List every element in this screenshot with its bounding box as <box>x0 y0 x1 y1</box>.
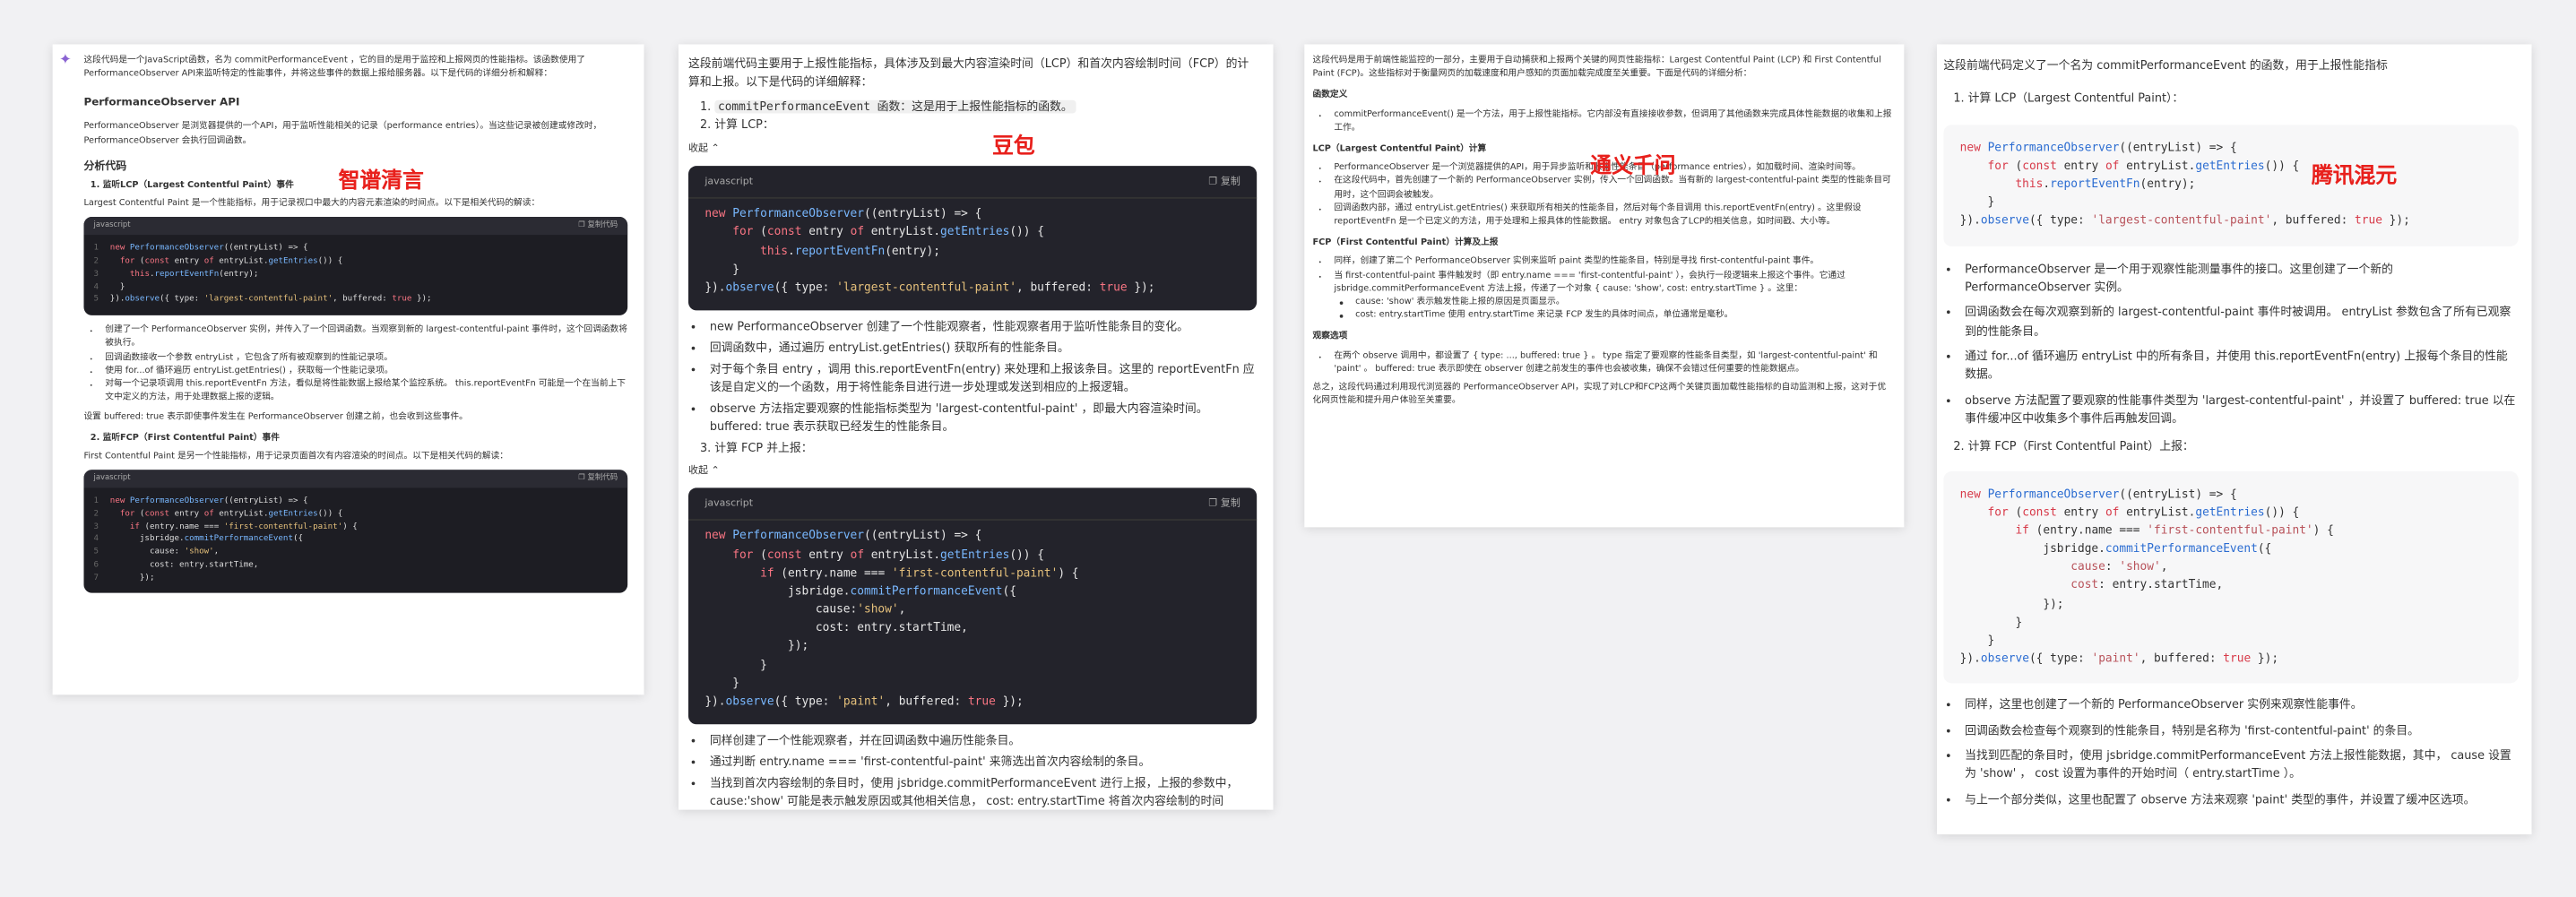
doubao-code2-body: new PerformanceObserver((entryList) => {… <box>705 529 1079 709</box>
tongyi-heading-def: 函数定义 <box>1312 91 1348 101</box>
list-item: 通过判断 entry.name === 'first-contentful-pa… <box>710 755 1257 772</box>
tongyi-fcp-sublist: cause: 'show' 表示触发性能上报的原因是页面显示。 cost: en… <box>1334 296 1892 323</box>
list-item: 当 first-contentful-paint 事件触发时（即 entry.n… <box>1334 269 1892 323</box>
tongyi-heading-fcp: FCP（First Contentful Paint）计算及上报 <box>1312 238 1499 249</box>
zhipu-code2-body: 1 new PerformanceObserver((entryList) => … <box>93 496 358 583</box>
label-hunyuan: 腾讯混元 <box>2311 164 2398 189</box>
list-item: 当找到首次内容绘制的条目时，使用 jsbridge.commitPerforma… <box>710 776 1257 810</box>
copy-code-button[interactable]: ❐ 复制代码 <box>578 473 618 485</box>
list-item: observe 方法配置了要观察的性能事件类型为 'largest-conten… <box>1965 392 2519 429</box>
doubao-bullets-1: new PerformanceObserver 创建了一个性能观察者，性能观察者… <box>688 319 1257 437</box>
label-doubao: 豆包 <box>992 134 1035 160</box>
doubao-response-panel: 这段前端代码主要用于上报性能指标，具体涉及到最大内容渲染时间（LCP）和首次内容… <box>678 44 1274 810</box>
list-item: 创建了一个 PerformanceObserver 实例，并传入了一个回调函数。… <box>105 323 627 350</box>
tongyi-obs-list: 在两个 observe 调用中，都设置了 { type: ..., buffer… <box>1312 349 1892 376</box>
doubao-list-item3: 计算 FCP 并上报： <box>688 441 1257 459</box>
code-lang-label: javascript <box>93 222 131 231</box>
label-tongyi: 通义千问 <box>1590 154 1676 179</box>
tongyi-summary: 总之，这段代码通过利用现代浏览器的 PerformanceObserver AP… <box>1312 383 1887 407</box>
list-item: 同样，创建了第二个 PerformanceObserver 实例来监听 pain… <box>1334 255 1892 269</box>
doubao-code1-body: new PerformanceObserver((entryList) => {… <box>705 207 1155 294</box>
zhipu-heading-api: PerformanceObserver API <box>83 96 240 109</box>
list-item: observe 方法指定要观察的性能指标类型为 'largest-content… <box>710 401 1257 437</box>
zhipu-api-desc: PerformanceObserver 是浏览器提供的一个API，用于监听性能相… <box>83 122 602 146</box>
list-item: 回调函数接收一个参数 entryList ，它包含了所有被观察到的性能记录项。 <box>105 351 627 365</box>
list-item: 回调函数中，通过遍历 entryList.getEntries() 获取所有的性… <box>710 341 1257 358</box>
tongyi-fcp-list: 同样，创建了第二个 PerformanceObserver 实例来监听 pain… <box>1312 255 1892 323</box>
copy-code-button[interactable]: ❐ 复制代码 <box>578 220 618 232</box>
doubao-code-block-lcp: javascript ❐ 复制 new PerformanceObserver((… <box>687 165 1258 311</box>
hunyuan-intro: 这段前端代码定义了一个名为 commitPerformanceEvent 的函数… <box>1943 58 2388 73</box>
list-item: PerformanceObserver 是一个用于观察性能测量事件的接口。这里创… <box>1965 261 2519 298</box>
list-item: 计算 LCP： <box>714 116 1257 134</box>
doubao-bullets-2: 同样创建了一个性能观察者，并在回调函数中遍历性能条目。 通过判断 entry.n… <box>688 733 1257 810</box>
list-item: 回调函数会检查每个观察到的性能条目，特别是名称为 'first-contentf… <box>1965 722 2519 741</box>
hunyuan-bullets-1: PerformanceObserver 是一个用于观察性能测量事件的接口。这里创… <box>1943 261 2519 429</box>
chevron-up-icon: ⌃ <box>711 465 720 478</box>
copy-icon: ❐ <box>578 474 585 483</box>
copy-icon: ❐ <box>578 222 585 231</box>
star-sparkle-icon: ✦ <box>58 52 72 69</box>
tongyi-intro: 这段代码是用于前端性能监控的一部分，主要用于自动捕获和上报两个关键的网页性能指标… <box>1312 56 1881 80</box>
hunyuan-code2-body: new PerformanceObserver((entryList) => {… <box>1959 487 2334 666</box>
tongyi-response-panel: 这段代码是用于前端性能监控的一部分，主要用于自动捕获和上报两个关键的网页性能指标… <box>1304 44 1905 528</box>
zhipu-section2-title: 2. 监听FCP（First Contentful Paint）事件 <box>90 433 280 444</box>
list-item: 对每一个记录项调用 this.reportEventFn 方法，看似是将性能数据… <box>105 378 627 405</box>
copy-icon: ❐ <box>1208 175 1218 187</box>
list-item: 同样，这里也创建了一个新的 PerformanceObserver 实例来观察性… <box>1965 697 2519 716</box>
zhipu-intro: 这段代码是一个JavaScript函数，名为 commitPerformance… <box>83 56 585 80</box>
list-item: cost: entry.startTime 使用 entry.startTime… <box>1355 309 1892 323</box>
list-item: 与上一个部分类似，这里也配置了 observe 方法来观察 'paint' 类型… <box>1965 791 2519 810</box>
hunyuan-bullets-2: 同样，这里也创建了一个新的 PerformanceObserver 实例来观察性… <box>1943 697 2519 810</box>
tongyi-heading-obs: 观察选项 <box>1312 332 1348 343</box>
hunyuan-section2-title: 2. 计算 FCP（First Contentful Paint）上报： <box>1953 440 2194 454</box>
code-lang-label: javascript <box>705 175 754 187</box>
zhipu-bullets-1: 创建了一个 PerformanceObserver 实例，并传入了一个回调函数。… <box>83 323 627 404</box>
list-item: commitPerformanceEvent 函数：这是用于上报性能指标的函数。 <box>714 99 1257 116</box>
zhipu-code-block-lcp: javascript ❐ 复制代码 1 new PerformanceObserve… <box>83 217 628 316</box>
label-zhipu: 智谱清言 <box>338 168 424 194</box>
list-item: 通过 for...of 循环遍历 entryList 中的所有条目，并使用 th… <box>1965 348 2519 385</box>
list-item: new PerformanceObserver 创建了一个性能观察者，性能观察者… <box>710 319 1257 337</box>
list-item: 回调函数内部，通过 entryList.getEntries() 来获取所有相关… <box>1334 202 1892 229</box>
list-item: 回调函数会在每次观察到新的 largest-contentful-paint 事… <box>1965 305 2519 342</box>
list-item: 在两个 observe 调用中，都设置了 { type: ..., buffer… <box>1334 349 1892 376</box>
tongyi-def-list: commitPerformanceEvent() 是一个方法，用于上报性能指标。… <box>1312 108 1892 134</box>
list-item: commitPerformanceEvent() 是一个方法，用于上报性能指标。… <box>1334 108 1892 134</box>
hunyuan-response-panel: 这段前端代码定义了一个名为 commitPerformanceEvent 的函数… <box>1936 44 2532 835</box>
zhipu-response-panel: ✦ 这段代码是一个JavaScript函数，名为 commitPerforman… <box>52 44 644 695</box>
copy-code-button[interactable]: ❐ 复制 <box>1208 496 1240 511</box>
list-item: cause: 'show' 表示触发性能上报的原因是页面显示。 <box>1355 296 1892 309</box>
hunyuan-code1-body: new PerformanceObserver((entryList) => {… <box>1959 140 2410 228</box>
zhipu-section1-desc: Largest Contentful Paint 是一个性能指标，用于记录视口中… <box>83 199 540 210</box>
zhipu-buffered-note: 设置 buffered: true 表示即使事件发生在 PerformanceO… <box>83 412 468 423</box>
collapse-button[interactable]: 收起 ⌃ <box>688 142 1257 157</box>
hunyuan-section1-title: 1. 计算 LCP（Largest Contentful Paint）： <box>1953 92 2184 106</box>
list-item: 同样创建了一个性能观察者，并在回调函数中遍历性能条目。 <box>710 733 1257 751</box>
list-item: 计算 FCP 并上报： <box>714 441 1257 459</box>
code-lang-label: javascript <box>705 497 754 509</box>
zhipu-code-block-fcp: javascript ❐ 复制代码 1 new PerformanceObserve… <box>83 470 628 594</box>
list-item: 对于每个条目 entry ，调用 this.reportEventFn(entr… <box>710 362 1257 398</box>
list-item: 当找到匹配的条目时，使用 jsbridge.commitPerformanceE… <box>1965 747 2519 785</box>
doubao-list-top: commitPerformanceEvent 函数：这是用于上报性能指标的函数。… <box>688 99 1257 134</box>
doubao-intro: 这段前端代码主要用于上报性能指标，具体涉及到最大内容渲染时间（LCP）和首次内容… <box>687 57 1249 90</box>
zhipu-code1-body: 1 new PerformanceObserver((entryList) => … <box>93 244 432 305</box>
doubao-code-block-fcp: javascript ❐ 复制 new PerformanceObserver((… <box>687 487 1258 725</box>
zhipu-section2-desc: First Contentful Paint 是另一个性能指标，用于记录页面首次… <box>83 451 509 461</box>
copy-code-button[interactable]: ❐ 复制 <box>1208 174 1240 189</box>
chevron-up-icon: ⌃ <box>711 142 720 155</box>
list-item: 使用 for...of 循环遍历 entryList.getEntries() … <box>105 365 627 378</box>
hunyuan-code-block-fcp: new PerformanceObserver((entryList) => {… <box>1943 470 2519 685</box>
copy-icon: ❐ <box>1208 497 1218 509</box>
collapse-button[interactable]: 收起 ⌃ <box>688 464 1257 479</box>
hunyuan-code-block-lcp: new PerformanceObserver((entryList) => {… <box>1943 124 2519 246</box>
code-lang-label: javascript <box>93 474 131 483</box>
